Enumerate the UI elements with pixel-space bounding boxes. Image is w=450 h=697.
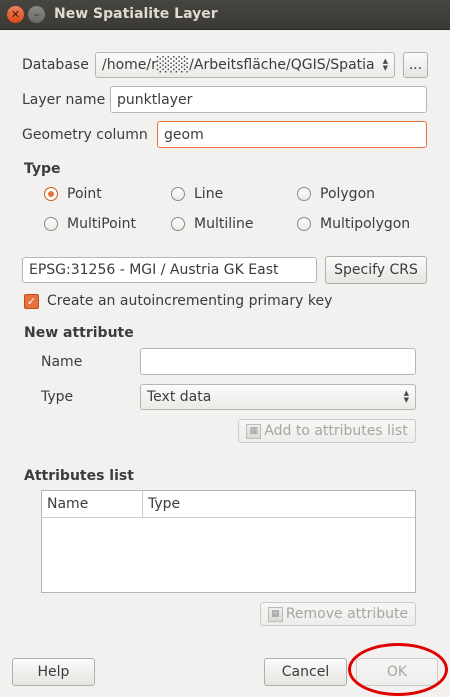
geometry-column-input[interactable]: geom: [157, 121, 427, 148]
attribute-name-label: Name: [41, 354, 83, 370]
attributes-list-title: Attributes list: [24, 468, 134, 484]
specify-crs-button[interactable]: Specify CRS: [325, 256, 427, 284]
radio-polygon[interactable]: [297, 187, 311, 201]
cancel-button[interactable]: Cancel: [264, 658, 347, 686]
radio-line[interactable]: [171, 187, 185, 201]
database-select[interactable]: /home/r░░░/Arbeitsfläche/QGIS/Spatia ▲ ▼: [95, 52, 395, 78]
database-label: Database: [22, 57, 89, 73]
add-to-attributes-button[interactable]: ▦ Add to attributes list: [238, 419, 416, 443]
close-icon[interactable]: ✕: [7, 6, 24, 23]
radio-point-label[interactable]: Point: [67, 186, 102, 202]
title-bar: ✕ – New Spatialite Layer: [0, 0, 450, 30]
remove-attribute-button[interactable]: ▦ Remove attribute: [260, 602, 416, 626]
attribute-type-value: Text data: [147, 389, 212, 405]
help-button[interactable]: Help: [12, 658, 95, 686]
ok-button[interactable]: OK: [356, 658, 438, 686]
add-attribute-icon: ▦: [246, 423, 262, 439]
remove-attribute-icon: ▦: [267, 606, 283, 622]
add-to-attributes-label: Add to attributes list: [264, 423, 408, 439]
geometry-column-label: Geometry column: [22, 127, 148, 143]
attributes-table[interactable]: Name Type: [41, 490, 416, 593]
radio-multipolygon[interactable]: [297, 217, 311, 231]
type-section-title: Type: [24, 161, 61, 177]
new-attribute-title: New attribute: [24, 325, 134, 341]
layer-name-label: Layer name: [22, 92, 106, 108]
radio-multipoint-label[interactable]: MultiPoint: [67, 216, 136, 232]
column-header-name[interactable]: Name: [42, 491, 142, 518]
browse-button[interactable]: ...: [403, 52, 428, 78]
window-title: New Spatialite Layer: [54, 6, 218, 22]
column-header-type[interactable]: Type: [142, 491, 415, 518]
radio-polygon-label[interactable]: Polygon: [320, 186, 375, 202]
database-value: /home/r░░░/Arbeitsfläche/QGIS/Spatia: [102, 57, 375, 73]
radio-multipolygon-label[interactable]: Multipolygon: [320, 216, 410, 232]
radio-multiline-label[interactable]: Multiline: [194, 216, 254, 232]
primary-key-label[interactable]: Create an autoincrementing primary key: [47, 293, 332, 309]
radio-point[interactable]: [44, 187, 58, 201]
layer-name-input[interactable]: punktlayer: [110, 86, 427, 113]
spin-arrows-icon: ▲ ▼: [403, 389, 409, 404]
primary-key-checkbox[interactable]: ✓: [24, 294, 39, 309]
radio-multiline[interactable]: [171, 217, 185, 231]
radio-multipoint[interactable]: [44, 217, 58, 231]
crs-display: EPSG:31256 - MGI / Austria GK East: [22, 257, 317, 283]
attribute-type-select[interactable]: Text data ▲ ▼: [140, 384, 416, 410]
radio-line-label[interactable]: Line: [194, 186, 223, 202]
minimize-icon[interactable]: –: [28, 6, 45, 23]
remove-attribute-label: Remove attribute: [285, 606, 409, 622]
attribute-type-label: Type: [41, 389, 74, 405]
spin-arrows-icon: ▲ ▼: [382, 57, 388, 72]
attribute-name-input[interactable]: [140, 348, 416, 375]
